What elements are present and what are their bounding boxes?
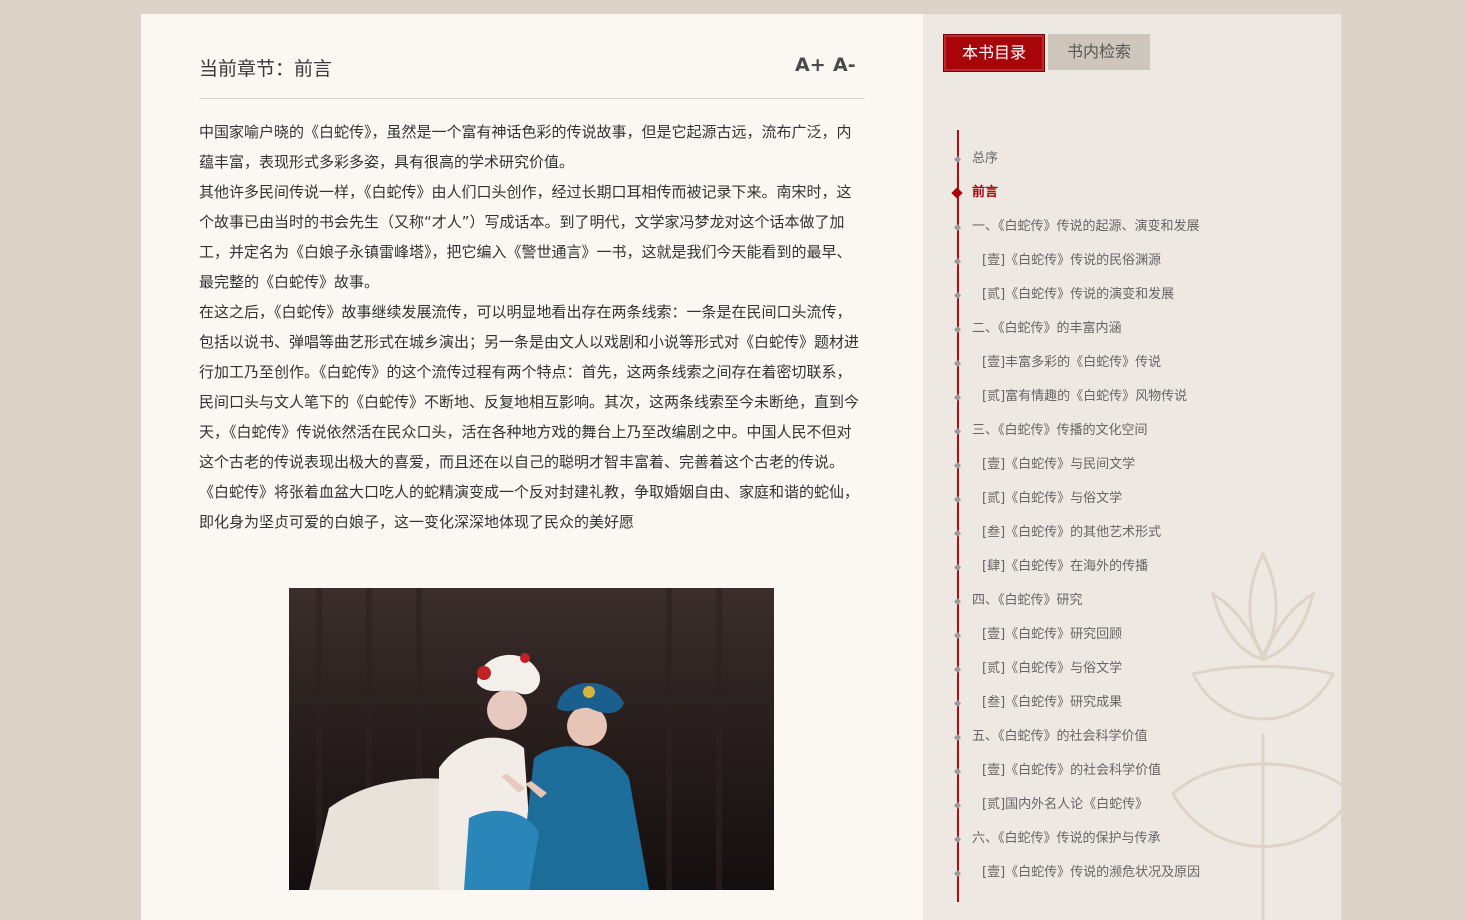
bullet-icon <box>953 563 962 572</box>
toc-item-chapter-6-1[interactable]: [壹]《白蛇传》传说的濒危状况及原因 <box>923 856 1341 890</box>
bullet-icon <box>953 869 962 878</box>
toc-item-chapter-2[interactable]: 二、《白蛇传》的丰富内涵 <box>923 312 1341 346</box>
page: 当前章节：前言 A+ A- 中国家喻户晓的《白蛇传》，虽然是一个富有神话色彩的传… <box>141 14 1341 920</box>
bullet-icon <box>953 393 962 402</box>
toc-item-chapter-5-2[interactable]: [贰]国内外名人论《白蛇传》 <box>923 788 1341 822</box>
toc-item-chapter-4-3[interactable]: [叁]《白蛇传》研究成果 <box>923 686 1341 720</box>
toc-item-chapter-1-2[interactable]: [贰]《白蛇传》传说的演变和发展 <box>923 278 1341 312</box>
tab-book-contents[interactable]: 本书目录 <box>943 34 1045 72</box>
bullet-icon <box>953 495 962 504</box>
toc-item-chapter-4-1[interactable]: [壹]《白蛇传》研究回顾 <box>923 618 1341 652</box>
font-increase-button[interactable]: A+ <box>795 54 826 76</box>
toc-item-chapter-1[interactable]: 一、《白蛇传》传说的起源、演变和发展 <box>923 210 1341 244</box>
bullet-icon <box>953 257 962 266</box>
bullet-icon <box>953 733 962 742</box>
bullet-icon <box>953 631 962 640</box>
bullet-icon <box>953 223 962 232</box>
bullet-icon <box>953 835 962 844</box>
article-body: 中国家喻户晓的《白蛇传》，虽然是一个富有神话色彩的传说故事，但是它起源古远，流布… <box>199 117 859 537</box>
toc-item-chapter-3-2[interactable]: [贰]《白蛇传》与俗文学 <box>923 482 1341 516</box>
toc-item-preface[interactable]: 前言 <box>923 176 1341 210</box>
toc-item-chapter-3-1[interactable]: [壹]《白蛇传》与民间文学 <box>923 448 1341 482</box>
bullet-icon <box>953 291 962 300</box>
bullet-icon <box>953 801 962 810</box>
bullet-icon <box>953 529 962 538</box>
toc-item-chapter-3[interactable]: 三、《白蛇传》传播的文化空间 <box>923 414 1341 448</box>
bullet-icon <box>953 155 962 164</box>
toc-item-chapter-2-1[interactable]: [壹]丰富多彩的《白蛇传》传说 <box>923 346 1341 380</box>
bullet-icon <box>951 187 963 199</box>
font-decrease-button[interactable]: A- <box>833 54 856 76</box>
toc-item-chapter-5[interactable]: 五、《白蛇传》的社会科学价值 <box>923 720 1341 754</box>
article-paragraph: 在这之后，《白蛇传》故事继续发展流传，可以明显地看出存在两条线索：一条是在民间口… <box>199 303 860 471</box>
toc-item-chapter-2-2[interactable]: [贰]富有情趣的《白蛇传》风物传说 <box>923 380 1341 414</box>
bullet-icon <box>953 665 962 674</box>
bullet-icon <box>953 427 962 436</box>
opera-performance-photo <box>289 588 774 890</box>
article-paragraph: 中国家喻户晓的《白蛇传》，虽然是一个富有神话色彩的传说故事，但是它起源古远，流布… <box>199 123 852 171</box>
toc-item-chapter-6[interactable]: 六、《白蛇传》传说的保护与传承 <box>923 822 1341 856</box>
bullet-icon <box>953 699 962 708</box>
tab-in-book-search[interactable]: 书内检索 <box>1048 34 1150 70</box>
toc-item-chapter-4[interactable]: 四、《白蛇传》研究 <box>923 584 1341 618</box>
bullet-icon <box>953 461 962 470</box>
table-of-contents: 总序 前言 一、《白蛇传》传说的起源、演变和发展 [壹]《白蛇传》传说的民俗渊源… <box>923 142 1341 890</box>
bullet-icon <box>953 325 962 334</box>
article-paragraph: 《白蛇传》将张着血盆大口吃人的蛇精演变成一个反对封建礼教，争取婚姻自由、家庭和谐… <box>199 483 860 531</box>
bullet-icon <box>953 597 962 606</box>
current-chapter-title: 当前章节：前言 <box>199 58 333 80</box>
toc-item-chapter-5-1[interactable]: [壹]《白蛇传》的社会科学价值 <box>923 754 1341 788</box>
bullet-icon <box>953 767 962 776</box>
toc-item-chapter-1-1[interactable]: [壹]《白蛇传》传说的民俗渊源 <box>923 244 1341 278</box>
toc-item-chapter-3-3[interactable]: [叁]《白蛇传》的其他艺术形式 <box>923 516 1341 550</box>
toc-item-chapter-4-2[interactable]: [贰]《白蛇传》与俗文学 <box>923 652 1341 686</box>
main-content: 当前章节：前言 A+ A- 中国家喻户晓的《白蛇传》，虽然是一个富有神话色彩的传… <box>141 14 923 920</box>
article-paragraph: 其他许多民间传说一样，《白蛇传》由人们口头创作，经过长期口耳相传而被记录下来。南… <box>199 183 852 291</box>
sidebar: 本书目录 书内检索 总序 前言 一、《白蛇传》传说的起源、演变和发展 [壹]《白… <box>923 14 1341 920</box>
toc-item-chapter-3-4[interactable]: [肆]《白蛇传》在海外的传播 <box>923 550 1341 584</box>
bullet-icon <box>953 359 962 368</box>
chapter-header: 当前章节：前言 A+ A- <box>199 50 865 99</box>
toc-item-general-preface[interactable]: 总序 <box>923 142 1341 176</box>
